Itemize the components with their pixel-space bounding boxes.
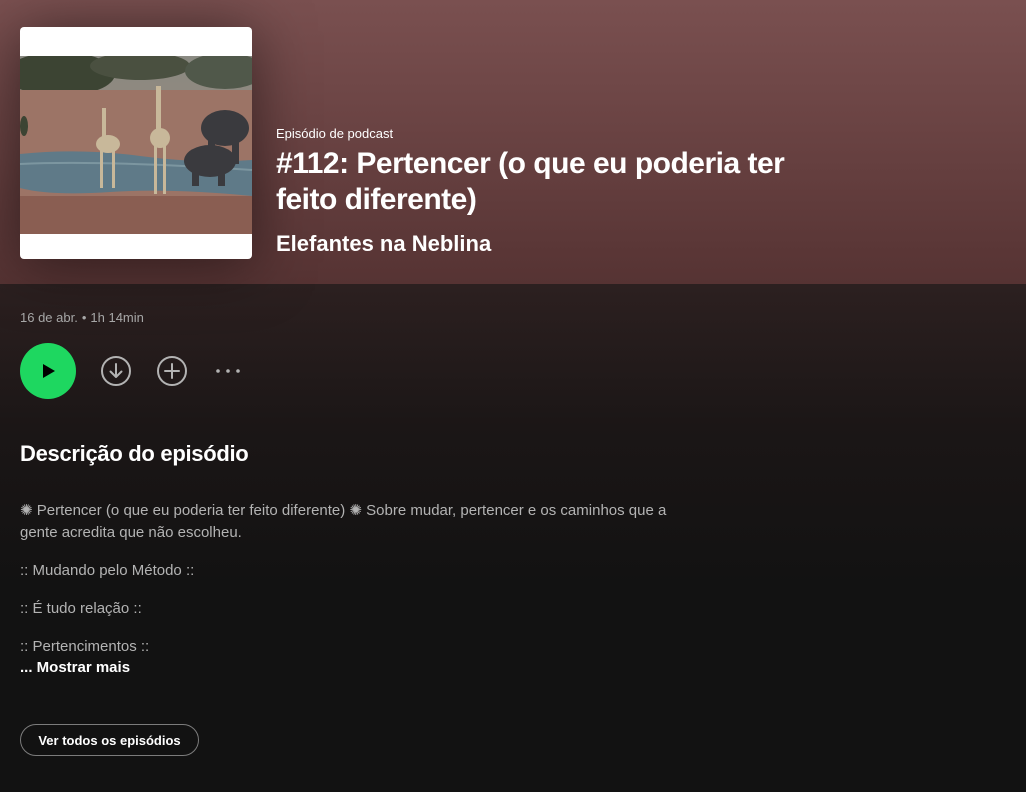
add-to-library-button[interactable] [156, 355, 188, 387]
episode-title: #112: Pertencer (o que eu poderia ter fe… [276, 147, 785, 216]
episode-date: 16 de abr. [20, 310, 78, 325]
more-options-button[interactable] [212, 355, 244, 387]
play-button[interactable] [20, 343, 76, 399]
cover-photo-savanna [20, 56, 252, 234]
show-more-link[interactable]: ... Mostrar mais [20, 659, 130, 676]
description-heading: Descrição do episódio [20, 441, 249, 466]
description-paragraph: ✺ Pertencer (o que eu poderia ter feito … [20, 502, 667, 541]
play-icon [43, 364, 55, 378]
see-all-episodes-button[interactable]: Ver todos os episódios [20, 724, 199, 756]
add-icon [157, 356, 187, 386]
download-icon [101, 356, 131, 386]
description-paragraph: :: É tudo relação :: [20, 600, 142, 617]
show-name-link[interactable]: Elefantes na Neblina [276, 231, 491, 257]
more-options-icon [216, 369, 240, 373]
episode-cover-art [20, 27, 252, 259]
episode-meta: 16 de abr. • 1h 14min [20, 310, 144, 325]
episode-page: Episódio de podcast #112: Pertencer (o q… [0, 0, 1026, 792]
episode-duration: 1h 14min [90, 310, 144, 325]
download-button[interactable] [100, 355, 132, 387]
description-paragraph: :: Mudando pelo Método :: [20, 562, 195, 579]
description-paragraph: :: Pertencimentos :: [20, 638, 150, 655]
meta-separator: • [81, 310, 87, 325]
episode-type-label: Episódio de podcast [276, 126, 394, 141]
